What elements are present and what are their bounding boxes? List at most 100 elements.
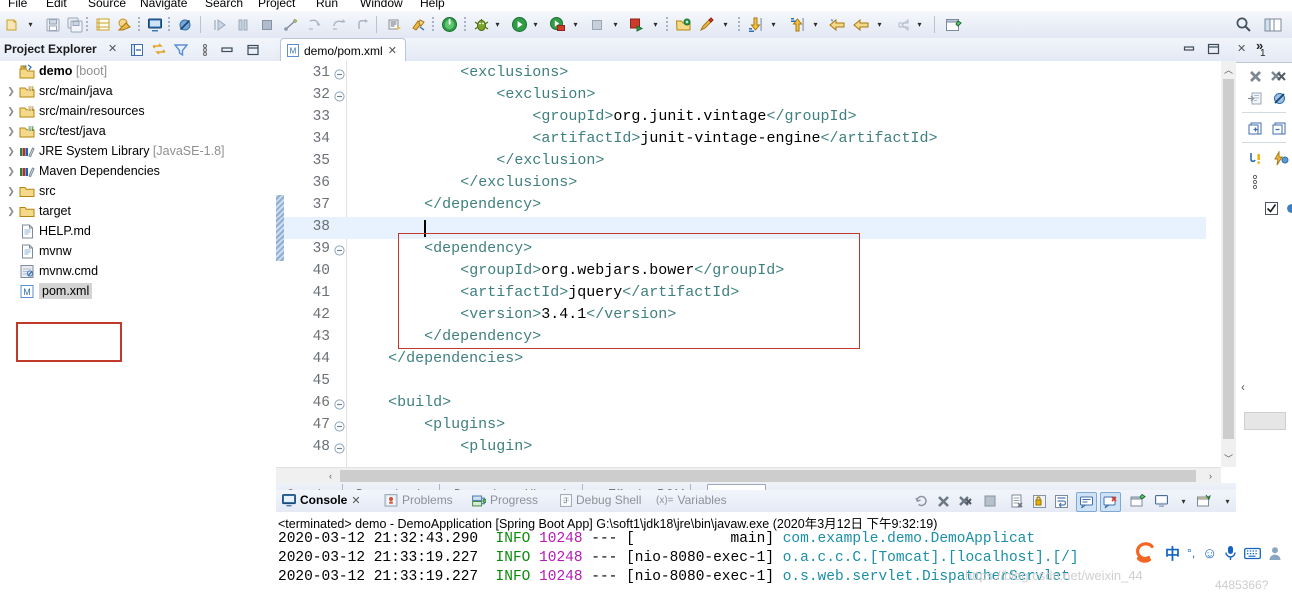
next-annotation-dropdown-icon[interactable]: ▾ [768, 14, 779, 35]
debug-icon[interactable] [470, 14, 492, 35]
menu-item-file[interactable]: File [8, 0, 27, 10]
display-selected-console-icon[interactable] [1100, 492, 1121, 512]
view-menu-icon[interactable] [196, 41, 214, 58]
open-console-icon[interactable] [1128, 492, 1147, 510]
console-tab-debug-shell[interactable]: J Debug Shell [560, 493, 641, 507]
print-icon[interactable] [92, 14, 114, 35]
collapse-all-icon[interactable] [128, 41, 146, 58]
code-line[interactable]: <artifactId>junit-vintage-engine</artifa… [352, 130, 937, 147]
ime-microphone-icon[interactable] [1224, 545, 1237, 561]
code-line[interactable]: </dependencies> [352, 350, 523, 367]
stop-icon[interactable] [586, 14, 608, 35]
terminate-icon[interactable] [256, 14, 278, 35]
forward-dropdown-icon[interactable]: ▾ [874, 14, 885, 35]
scroll-lock-icon[interactable] [1030, 492, 1049, 510]
console-tab-variables[interactable]: (x)= Variables [656, 493, 727, 507]
editor-tab-pom-xml[interactable]: M demo/pom.xml ✕ [280, 38, 406, 62]
tree-item[interactable]: Mdemo [boot] [0, 61, 276, 81]
ime-mode-label[interactable]: 中 [1165, 543, 1180, 564]
run-icon[interactable] [508, 14, 530, 35]
console-dropdown-icon[interactable]: ▾ [1174, 492, 1193, 510]
view-menu-icon[interactable] [1244, 172, 1266, 192]
ime-user-icon[interactable] [1268, 546, 1282, 561]
quick-fix-icon[interactable] [1270, 148, 1292, 168]
open-task-icon[interactable] [696, 14, 718, 35]
menu-item-help[interactable]: Help [420, 0, 445, 10]
word-wrap-icon[interactable] [1052, 492, 1071, 510]
minimize-view-icon[interactable] [218, 41, 236, 58]
code-line[interactable]: </dependency> [352, 196, 541, 213]
open-type-icon[interactable] [672, 14, 694, 35]
tree-item[interactable]: ❯ src/main/resources [0, 101, 276, 121]
disconnect-icon[interactable] [280, 14, 302, 35]
step-over-icon[interactable] [328, 14, 350, 35]
collapse-all-icon[interactable] [1268, 118, 1290, 138]
run-external-tools-icon[interactable] [546, 14, 568, 35]
scroll-left-icon[interactable]: ‹ [322, 468, 339, 484]
run-dropdown-icon[interactable]: ▾ [530, 14, 541, 35]
chevron-right-icon[interactable]: ❯ [4, 106, 18, 117]
code-line[interactable]: <plugins> [352, 416, 505, 433]
step-into-icon[interactable] [304, 14, 326, 35]
tree-item[interactable]: ❯ src/test/java [0, 121, 276, 141]
coverage-dropdown-icon[interactable]: ▾ [650, 14, 661, 35]
tree-item[interactable]: ❯ JRE System Library [JavaSE-1.8] [0, 141, 276, 161]
suspend-icon[interactable] [232, 14, 254, 35]
save-all-icon[interactable] [64, 14, 86, 35]
delete-all-markers-icon[interactable] [1268, 66, 1290, 86]
fold-collapse-icon[interactable] [334, 443, 346, 455]
perspective-switch-icon[interactable] [1262, 14, 1284, 35]
fold-collapse-icon[interactable] [334, 245, 346, 257]
goto-icon[interactable] [1244, 88, 1266, 108]
hide-icon[interactable] [1268, 88, 1290, 108]
menu-item-source[interactable]: Source [88, 0, 126, 10]
forward-icon[interactable] [850, 14, 872, 35]
vertical-scroll-thumb[interactable] [1223, 79, 1234, 439]
menu-item-navigate[interactable]: Navigate [140, 0, 187, 10]
link-with-editor-icon[interactable] [150, 41, 168, 58]
menu-item-window[interactable]: Window [360, 0, 403, 10]
resume-icon[interactable] [208, 14, 230, 35]
coverage-icon[interactable] [626, 14, 648, 35]
show-warnings-icon[interactable] [1244, 148, 1266, 168]
fold-collapse-icon[interactable] [334, 421, 346, 433]
chevron-right-icon[interactable]: ❯ [4, 146, 18, 157]
console-tab-progress[interactable]: Progress [472, 493, 538, 507]
save-icon[interactable] [42, 14, 64, 35]
stop-dropdown-icon[interactable]: ▾ [610, 14, 621, 35]
debug-dropdown-icon[interactable]: ▾ [492, 14, 503, 35]
view-filter-icon[interactable] [172, 41, 190, 58]
tree-item[interactable]: ❯ target [0, 201, 276, 221]
console-output[interactable]: <terminated> demo - DemoApplication [Spr… [276, 512, 1236, 602]
previous-annotation-icon[interactable] [786, 14, 808, 35]
back-icon[interactable] [826, 14, 848, 35]
new-console-view-icon[interactable] [1194, 492, 1213, 510]
console-tab-console[interactable]: Console ✕ [282, 493, 361, 507]
horizontal-scroll-thumb[interactable] [340, 470, 1196, 482]
relaunch-icon[interactable] [912, 492, 931, 510]
new-console-dropdown-icon[interactable]: ▾ [1218, 492, 1237, 510]
new-java-class-icon[interactable] [384, 14, 406, 35]
open-task-dropdown-icon[interactable]: ▾ [720, 14, 731, 35]
checkbox-icon[interactable] [1260, 198, 1282, 218]
expand-all-icon[interactable] [1244, 118, 1266, 138]
boot-dashboard-icon[interactable] [438, 14, 460, 35]
editor-vertical-scrollbar[interactable]: ︿ ﹀ [1221, 61, 1236, 467]
sogou-ime-toolbar[interactable]: 中 °, ☺ [1128, 538, 1292, 568]
history-icon[interactable] [890, 14, 912, 35]
console-view-icon[interactable] [1152, 492, 1171, 510]
chevron-right-icon[interactable]: ❯ [4, 206, 18, 217]
next-annotation-icon[interactable] [744, 14, 766, 35]
sogou-logo-icon[interactable] [1132, 540, 1158, 566]
pin-console-icon[interactable] [1076, 492, 1097, 512]
tree-item[interactable]: ❯ src/main/java [0, 81, 276, 101]
ime-keyboard-icon[interactable] [1244, 547, 1262, 560]
tree-item[interactable]: mvnw [0, 241, 276, 261]
menu-item-edit[interactable]: Edit [46, 0, 67, 10]
new-dropdown-icon[interactable]: ▾ [25, 14, 36, 35]
code-editor[interactable]: 31 <exclusions> 32 <exclusion> 33 <groupId>or… [276, 61, 1236, 467]
skip-breakpoints-icon[interactable] [174, 14, 196, 35]
code-line[interactable]: <plugin> [352, 438, 532, 455]
code-line[interactable]: <exclusion> [352, 86, 595, 103]
code-line[interactable]: </exclusion> [352, 152, 604, 169]
